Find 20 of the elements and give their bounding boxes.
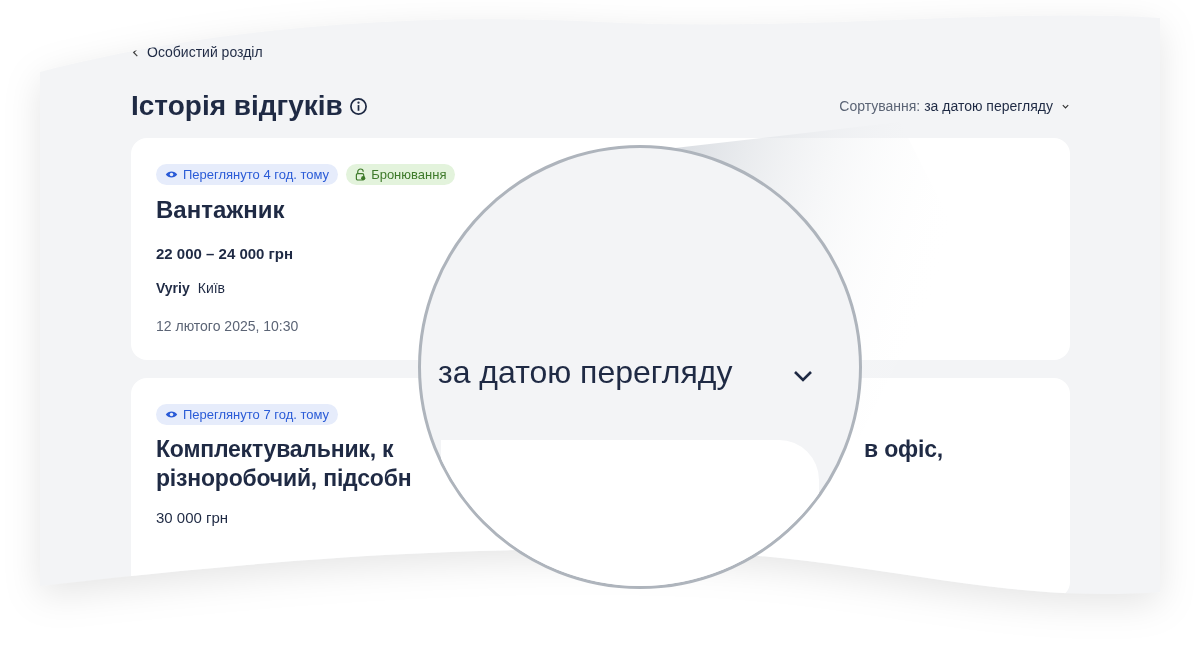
salary: 30 000 грн — [156, 508, 229, 526]
job-title[interactable]: в офіс, — [864, 435, 943, 464]
page-title: Історія відгуків — [131, 90, 343, 122]
company-name: Vyriy — [156, 280, 190, 296]
sort-dropdown[interactable]: Сортування: за датою перегляду — [839, 98, 1070, 114]
viewed-tag: Переглянуто 4 год. тому — [156, 164, 339, 185]
response-date: 12 лютого 2025, 10:30 — [156, 318, 299, 334]
lock-icon — [355, 168, 367, 181]
info-icon[interactable] — [348, 96, 368, 116]
job-title[interactable]: Вантажник — [156, 195, 285, 225]
job-title[interactable]: різноробочий, підсобн — [156, 463, 412, 493]
back-link[interactable]: Особистий розділ — [131, 44, 263, 60]
salary: 22 000 – 24 000 грн — [156, 245, 294, 262]
eye-icon — [165, 410, 178, 419]
chevron-down-icon — [793, 370, 813, 382]
eye-icon — [165, 170, 178, 179]
city: Київ — [197, 280, 226, 296]
viewed-tag: Переглянуто 7 год. тому — [156, 404, 339, 425]
booking-tag: Бронювання — [346, 164, 456, 185]
job-title[interactable]: Комплектувальник, к — [156, 435, 394, 464]
